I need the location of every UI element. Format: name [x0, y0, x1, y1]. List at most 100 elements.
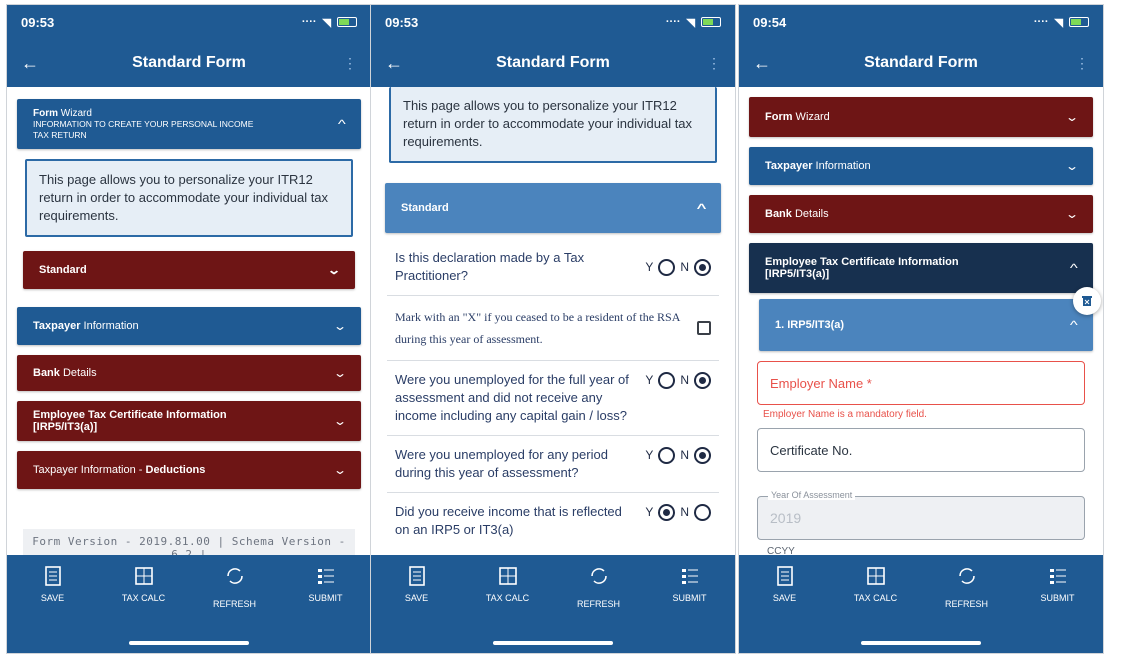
no-label: N	[680, 373, 689, 387]
home-indicator[interactable]	[493, 641, 613, 645]
info-message: This page allows you to personalize your…	[389, 87, 717, 163]
home-indicator[interactable]	[129, 641, 249, 645]
chevron-down-icon: ⌄	[1064, 110, 1080, 124]
refresh-button[interactable]: REFRESH	[200, 565, 270, 609]
section-rest: Details	[59, 367, 97, 379]
chevron-down-icon: ⌄	[332, 414, 348, 428]
standard-panel[interactable]: Standard ^	[385, 183, 721, 233]
checklist-icon	[681, 569, 698, 584]
form-content: Form Wizard ⌄ Taxpayer Information ⌄ Ban…	[739, 87, 1103, 555]
question-row: Were you unemployed for the full year of…	[387, 361, 719, 436]
version-info: Form Version - 2019.81.00 | Schema Versi…	[23, 529, 355, 555]
tax-calc-label: TAX CALC	[853, 593, 898, 603]
irp5-subsection-panel[interactable]: 1. IRP5/IT3(a) ^	[759, 299, 1093, 351]
question-text: Mark with an "X" if you ceased to be a r…	[395, 310, 680, 346]
info-message: This page allows you to personalize your…	[25, 159, 353, 237]
delete-icon[interactable]	[1073, 287, 1101, 315]
section-bold: Taxpayer	[33, 320, 81, 332]
form-wizard-panel[interactable]: Form Wizard ⌄	[749, 97, 1093, 137]
bottom-navigation: SAVE TAX CALC REFRESH SUBMIT	[739, 555, 1103, 653]
standard-panel[interactable]: Standard ⌄	[23, 251, 355, 289]
no-radio[interactable]	[694, 446, 711, 464]
section-bold: Form	[765, 111, 793, 123]
wifi-icon: ◥	[686, 16, 695, 29]
ceased-resident-checkbox[interactable]	[697, 321, 711, 335]
bank-details-panel[interactable]: Bank Details ⌄	[749, 195, 1093, 233]
employee-tax-certificate-panel[interactable]: Employee Tax Certificate Information [IR…	[749, 243, 1093, 293]
subsection-title: 1. IRP5/IT3(a)	[775, 319, 845, 331]
bottom-navigation: SAVE TAX CALC REFRESH SUBMIT	[7, 555, 371, 653]
submit-label: SUBMIT	[308, 593, 343, 603]
bank-details-panel[interactable]: Bank Details ⌄	[17, 355, 361, 391]
yes-radio[interactable]	[658, 258, 676, 276]
back-arrow-icon[interactable]: ←	[753, 53, 783, 74]
signal-icon: ····	[1033, 16, 1049, 28]
section-rest: Information	[80, 320, 139, 332]
more-menu-icon[interactable]: ⋮	[1075, 55, 1089, 72]
app-bar: ← Standard Form ⋮	[371, 39, 735, 87]
save-label: SAVE	[40, 593, 65, 603]
yes-radio[interactable]	[658, 503, 676, 521]
battery-icon	[337, 17, 357, 27]
taxpayer-information-panel[interactable]: Taxpayer Information ⌄	[749, 147, 1093, 185]
tax-calc-button[interactable]: TAX CALC	[109, 565, 179, 609]
status-bar: 09:54 ···· ◥	[739, 5, 1103, 39]
form-wizard-panel[interactable]: Form Wizard INFORMATION TO CREATE YOUR P…	[17, 99, 361, 149]
refresh-label: REFRESH	[576, 599, 620, 609]
tax-calc-button[interactable]: TAX CALC	[473, 565, 543, 609]
calculator-icon	[134, 567, 153, 585]
refresh-label: REFRESH	[212, 599, 256, 609]
question-text: Is this declaration made by a Tax Practi…	[395, 250, 585, 283]
status-bar: 09:53 ···· ◥	[7, 5, 371, 39]
submit-button[interactable]: SUBMIT	[291, 565, 361, 609]
standard-label: Standard	[401, 202, 449, 214]
submit-label: SUBMIT	[1040, 593, 1075, 603]
save-label: SAVE	[772, 593, 797, 603]
save-button[interactable]: SAVE	[382, 565, 452, 609]
page-title: Standard Form	[132, 54, 246, 71]
taxpayer-information-panel[interactable]: Taxpayer Information ⌄	[17, 307, 361, 345]
save-button[interactable]: SAVE	[18, 565, 88, 609]
phone-screen-1: 09:53 ···· ◥ ← Standard Form ⋮ Form Wiza…	[6, 4, 372, 654]
refresh-icon	[226, 568, 243, 584]
more-menu-icon[interactable]: ⋮	[343, 55, 357, 72]
question-row: Is this declaration made by a Tax Practi…	[387, 239, 719, 296]
no-radio[interactable]	[694, 503, 711, 521]
question-text: Were you unemployed for any period durin…	[395, 447, 608, 480]
no-radio[interactable]	[694, 371, 711, 389]
refresh-button[interactable]: REFRESH	[932, 565, 1002, 609]
screens-container: 09:53 ···· ◥ ← Standard Form ⋮ Form Wiza…	[0, 0, 1123, 657]
back-arrow-icon[interactable]: ←	[385, 53, 415, 74]
section-bold: Employee Tax Certificate Information [IR…	[33, 409, 227, 433]
save-button[interactable]: SAVE	[750, 565, 820, 609]
bottom-navigation: SAVE TAX CALC REFRESH SUBMIT	[371, 555, 735, 653]
yes-radio[interactable]	[658, 446, 676, 464]
section-bold: Bank	[33, 367, 60, 379]
form-content: Form Wizard INFORMATION TO CREATE YOUR P…	[7, 87, 371, 555]
wifi-icon: ◥	[1054, 16, 1063, 29]
chevron-down-icon: ⌄	[332, 319, 348, 333]
employer-name-field[interactable]: Employer Name *	[757, 361, 1085, 405]
question-row: Were you unemployed for any period durin…	[387, 436, 719, 493]
no-radio[interactable]	[694, 258, 711, 276]
employer-name-placeholder: Employer Name *	[770, 375, 872, 391]
refresh-button[interactable]: REFRESH	[564, 565, 634, 609]
submit-button[interactable]: SUBMIT	[1023, 565, 1093, 609]
back-arrow-icon[interactable]: ←	[21, 53, 51, 74]
checklist-icon	[317, 569, 334, 584]
deductions-panel[interactable]: Taxpayer Information - Deductions ⌄	[17, 451, 361, 489]
employee-tax-certificate-panel[interactable]: Employee Tax Certificate Information [IR…	[17, 401, 361, 441]
section-bold: Bank	[765, 208, 792, 220]
signal-icon: ····	[301, 16, 317, 28]
home-indicator[interactable]	[861, 641, 981, 645]
certificate-number-field[interactable]: Certificate No.	[757, 428, 1085, 472]
document-icon	[44, 566, 61, 586]
yes-no-radio-group: Y N	[645, 446, 711, 464]
yes-radio[interactable]	[658, 371, 676, 389]
section-rest: Wizard	[792, 111, 830, 123]
status-time: 09:54	[753, 14, 787, 30]
certificate-placeholder: Certificate No.	[770, 442, 853, 458]
submit-button[interactable]: SUBMIT	[655, 565, 725, 609]
more-menu-icon[interactable]: ⋮	[707, 55, 721, 72]
tax-calc-button[interactable]: TAX CALC	[841, 565, 911, 609]
